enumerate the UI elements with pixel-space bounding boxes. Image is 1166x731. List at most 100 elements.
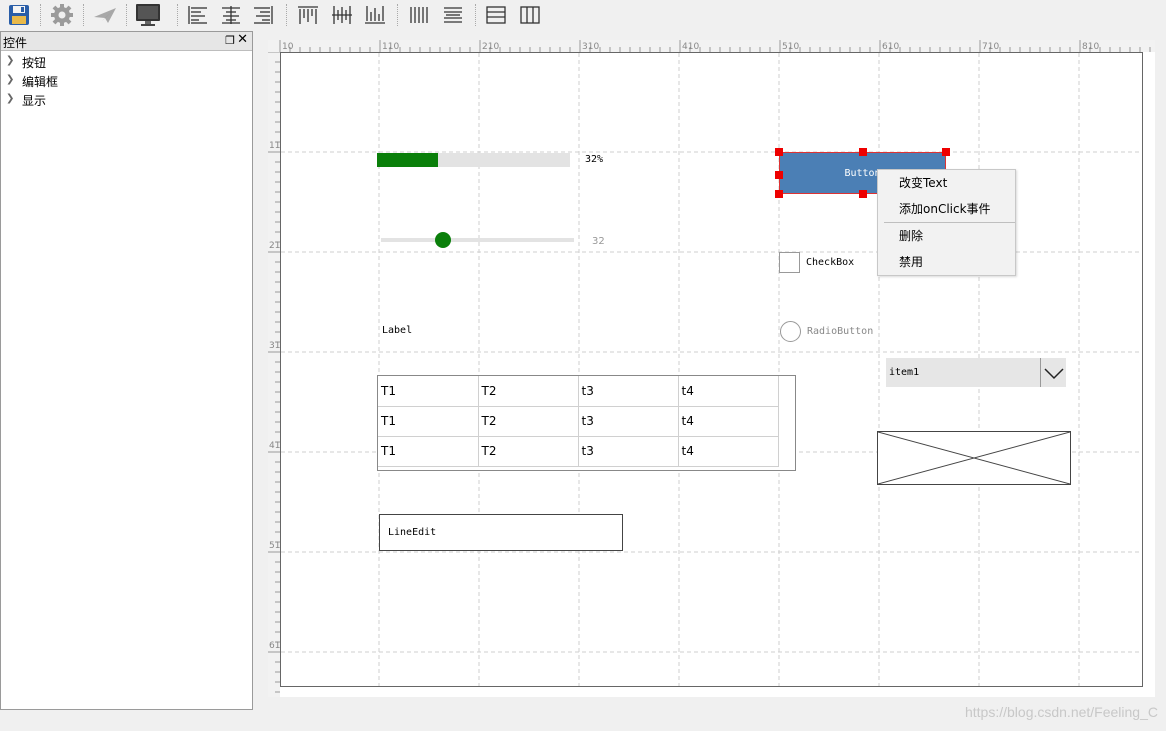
align-center-button[interactable] bbox=[217, 2, 245, 28]
preview-button[interactable] bbox=[134, 2, 162, 28]
distribute-horizontal-button[interactable] bbox=[405, 2, 433, 28]
table-row[interactable]: T1 T2 t3 t4 bbox=[378, 376, 779, 407]
table-cell[interactable]: T2 bbox=[478, 406, 579, 437]
table-cell[interactable]: T1 bbox=[378, 376, 479, 407]
combobox-value: item1 bbox=[889, 367, 920, 378]
tree-item-label: 按钮 bbox=[22, 56, 47, 70]
align-left-button[interactable] bbox=[184, 2, 212, 28]
progress-bar[interactable] bbox=[377, 153, 570, 167]
checkbox-widget[interactable] bbox=[779, 252, 800, 273]
same-height-icon bbox=[486, 6, 506, 24]
resize-handle[interactable] bbox=[775, 148, 783, 156]
menu-item-add-onclick[interactable]: 添加onClick事件 bbox=[878, 197, 1015, 221]
ruler-label: 610 bbox=[269, 641, 280, 651]
ruler-top: 10 110 210 310 410 510 610 710 810 bbox=[268, 40, 1155, 52]
distribute-vertical-icon bbox=[444, 7, 462, 23]
toolbar-separator bbox=[126, 4, 127, 26]
paper-plane-icon bbox=[94, 8, 116, 23]
ruler-label: 710 bbox=[982, 42, 999, 52]
toolbar-separator bbox=[397, 4, 398, 26]
resize-handle[interactable] bbox=[942, 148, 950, 156]
resize-handle[interactable] bbox=[775, 171, 783, 179]
progress-text: 32% bbox=[585, 154, 604, 165]
tree-item-display[interactable]: ❯ 显示 bbox=[1, 91, 252, 109]
table-cell[interactable]: t3 bbox=[578, 436, 679, 467]
tree-item-buttons[interactable]: ❯ 按钮 bbox=[1, 53, 252, 71]
tree-item-edits[interactable]: ❯ 编辑框 bbox=[1, 72, 252, 90]
table-cell[interactable]: t4 bbox=[678, 376, 779, 407]
button-widget-label: Button bbox=[844, 167, 881, 179]
panel-header: 控件 ❐ ✕ bbox=[1, 32, 252, 51]
table-cell[interactable]: t3 bbox=[578, 406, 679, 437]
radio-widget[interactable] bbox=[780, 321, 801, 342]
combobox-widget[interactable]: item1 bbox=[886, 358, 1066, 387]
align-right-icon bbox=[254, 6, 273, 24]
align-right-button[interactable] bbox=[249, 2, 277, 28]
image-placeholder[interactable] bbox=[877, 431, 1071, 485]
float-icon[interactable]: ❐ bbox=[225, 34, 235, 47]
resize-handle[interactable] bbox=[775, 190, 783, 198]
same-width-button[interactable] bbox=[516, 2, 544, 28]
lineedit-widget[interactable]: LineEdit bbox=[379, 514, 623, 551]
ruler-label: 110 bbox=[269, 141, 280, 151]
align-bottom-icon bbox=[365, 6, 385, 24]
lineedit-text: LineEdit bbox=[388, 527, 437, 538]
table-cell[interactable]: t4 bbox=[678, 406, 779, 437]
chevron-down-icon[interactable] bbox=[1040, 358, 1066, 387]
ruler-label: 810 bbox=[1082, 42, 1099, 52]
chevron-right-icon: ❯ bbox=[6, 93, 15, 104]
ruler-label: 410 bbox=[269, 441, 280, 451]
checkbox-label: CheckBox bbox=[806, 257, 855, 268]
distribute-vertical-button[interactable] bbox=[439, 2, 467, 28]
chevron-right-icon: ❯ bbox=[6, 74, 15, 85]
table-cell[interactable]: T2 bbox=[478, 436, 579, 467]
table-cell[interactable]: T1 bbox=[378, 406, 479, 437]
ruler-label: 210 bbox=[269, 241, 280, 251]
align-top-button[interactable] bbox=[294, 2, 322, 28]
toolbar-separator bbox=[40, 4, 41, 26]
align-bottom-button[interactable] bbox=[361, 2, 389, 28]
slider-handle[interactable] bbox=[434, 232, 451, 248]
ruler-label: 410 bbox=[682, 42, 699, 52]
table-row[interactable]: T1 T2 t3 t4 bbox=[378, 406, 779, 437]
table-widget[interactable]: T1 T2 t3 t4 T1 T2 t3 t4 T1 T2 t3 t4 bbox=[377, 375, 796, 471]
menu-item-change-text[interactable]: 改变Text bbox=[878, 171, 1015, 195]
label-widget[interactable]: Label bbox=[382, 325, 412, 336]
panel-title: 控件 bbox=[3, 36, 28, 50]
ruler-left: 110 210 310 410 510 610 bbox=[268, 52, 280, 697]
context-menu: 改变Text 添加onClick事件 删除 禁用 bbox=[877, 169, 1016, 276]
floppy-disk-icon bbox=[9, 5, 29, 25]
menu-item-disable[interactable]: 禁用 bbox=[878, 250, 1015, 274]
menu-item-delete[interactable]: 删除 bbox=[878, 224, 1015, 248]
slider-value: 32 bbox=[592, 236, 605, 247]
align-middle-button[interactable] bbox=[328, 2, 356, 28]
table-grid: T1 T2 t3 t4 T1 T2 t3 t4 T1 T2 t3 t4 bbox=[378, 376, 779, 467]
close-icon[interactable]: ✕ bbox=[237, 32, 248, 47]
save-button[interactable] bbox=[5, 2, 33, 28]
table-row[interactable]: T1 T2 t3 t4 bbox=[378, 436, 779, 467]
toolbar-separator bbox=[177, 4, 178, 26]
settings-button[interactable] bbox=[48, 2, 76, 28]
slider-track[interactable] bbox=[381, 238, 574, 242]
resize-handle[interactable] bbox=[859, 190, 867, 198]
send-button[interactable] bbox=[91, 2, 119, 28]
chevron-right-icon: ❯ bbox=[6, 55, 15, 66]
same-height-button[interactable] bbox=[482, 2, 510, 28]
radio-label: RadioButton bbox=[807, 326, 874, 337]
toolbar-separator bbox=[83, 4, 84, 26]
ruler-label: 310 bbox=[582, 42, 599, 52]
ruler-label: 10 bbox=[282, 42, 294, 52]
table-cell[interactable]: t3 bbox=[578, 376, 679, 407]
ruler-label: 310 bbox=[269, 341, 280, 351]
align-left-icon bbox=[188, 6, 207, 24]
resize-handle[interactable] bbox=[859, 148, 867, 156]
same-width-icon bbox=[520, 6, 540, 24]
table-cell[interactable]: t4 bbox=[678, 436, 779, 467]
distribute-horizontal-icon bbox=[410, 7, 428, 23]
table-cell[interactable]: T2 bbox=[478, 376, 579, 407]
align-center-icon bbox=[222, 6, 240, 24]
table-cell[interactable]: T1 bbox=[378, 436, 479, 467]
ruler-label: 510 bbox=[782, 42, 799, 52]
monitor-icon bbox=[136, 4, 160, 26]
tree-item-label: 显示 bbox=[22, 94, 47, 108]
